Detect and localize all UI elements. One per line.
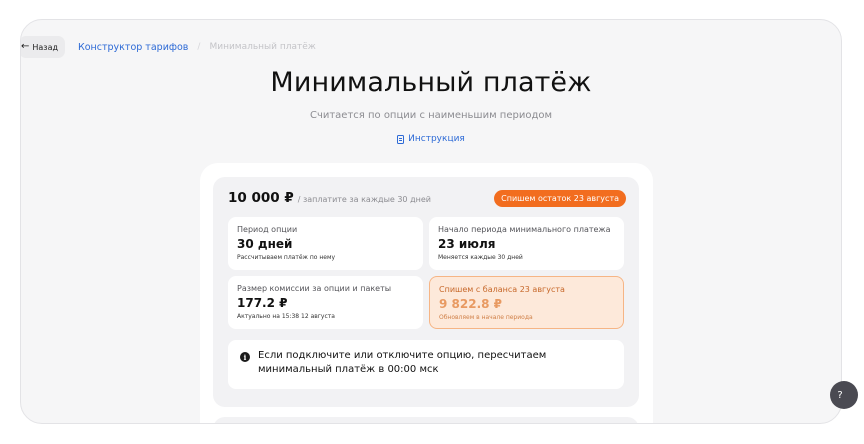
instruction-link[interactable]: Инструкция [21,134,841,144]
back-button[interactable]: ← Назад [21,36,65,58]
tile-label: Спишем с баланса 23 августа [439,285,565,294]
tile-value: 30 дней [237,237,293,251]
payment-amount: 10 000 ₽ [228,190,294,206]
tile-note: Рассчитываем платёж по нему [237,254,336,261]
breadcrumb-current: Минимальный платёж [209,42,316,52]
tile-option-period: Период опции 30 дней Рассчитываем платёж… [228,217,423,270]
info-icon: i [240,352,250,362]
help-button[interactable]: ? [830,381,858,409]
back-button-label: Назад [32,42,58,52]
tile-period-start: Начало периода минимального платежа 23 и… [429,217,624,270]
tile-label: Период опции [237,225,298,234]
instruction-link-label: Инструкция [408,134,465,144]
app-window: ← Назад Конструктор тарифов / Минимальны… [20,19,842,424]
arrow-left-icon: ← [21,41,30,52]
tile-commission: Размер комиссии за опции и пакеты 177.2 … [228,276,423,329]
tile-label: Начало периода минимального платежа [438,225,611,234]
info-text: Если подключите или отключите опцию, пер… [258,350,547,375]
breadcrumb: ← Назад Конструктор тарифов / Минимальны… [21,36,316,58]
tile-balance-charge: Спишем с баланса 23 августа 9 822.8 ₽ Об… [429,276,624,329]
info-notice: i Если подключите или отключите опцию, п… [228,340,624,389]
breadcrumb-separator: / [197,42,201,52]
payment-amount-note: / заплатите за каждые 30 дней [297,195,431,204]
breadcrumb-link-tariff-builder[interactable]: Конструктор тарифов [78,42,188,53]
tile-value: 23 июля [438,237,496,251]
page-subtitle: Считается по опции с наименьшим периодом [309,110,553,121]
next-card [213,417,639,423]
status-badge: Спишем остаток 23 августа [494,190,626,207]
help-icon: ? [837,389,843,401]
tile-value: 9 822.8 ₽ [439,297,503,311]
amount-row: 10 000 ₽ / заплатите за каждые 30 дней [228,190,431,206]
page-title: Минимальный платёж [270,67,592,98]
tile-note: Актуально на 15:38 12 августа [237,313,335,320]
minimum-payment-card: 10 000 ₽ / заплатите за каждые 30 дней С… [213,177,639,407]
tile-label: Размер комиссии за опции и пакеты [237,284,392,293]
document-icon [397,134,405,144]
tile-note: Меняется каждые 30 дней [438,254,523,261]
main-panel: 10 000 ₽ / заплатите за каждые 30 дней С… [200,163,653,423]
tile-value: 177.2 ₽ [237,296,288,310]
tile-note: Обновляем в начале периода [439,314,533,321]
